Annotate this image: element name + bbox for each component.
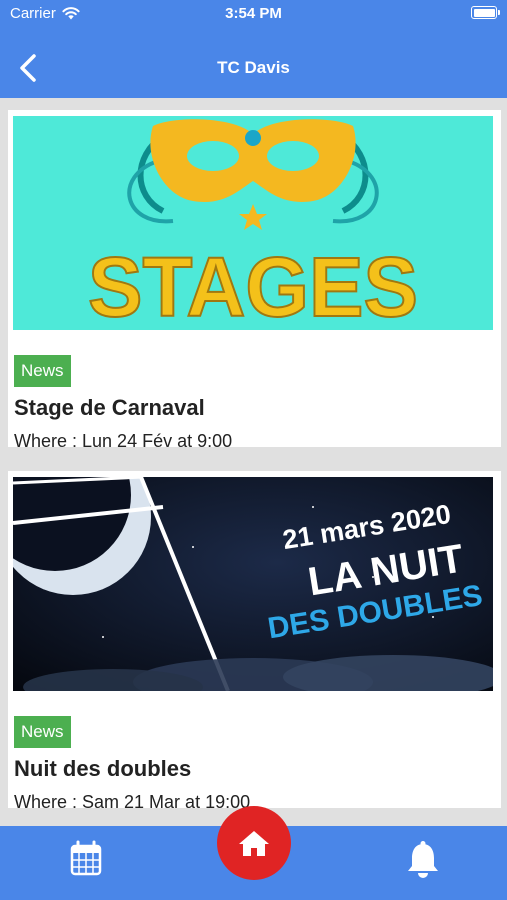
page-title: TC Davis bbox=[217, 58, 290, 77]
news-where: Where : Lun 24 Fév at 9:00 bbox=[14, 431, 233, 451]
tab-notifications[interactable] bbox=[401, 840, 445, 880]
news-card-nuit-des-doubles[interactable]: 21 mars 2020 LA NUIT DES DOUBLES News Nu… bbox=[8, 471, 501, 812]
status-bar: Carrier 3:54 PM bbox=[0, 0, 507, 28]
news-where: Where : Sam 21 Mar at 19:00 bbox=[14, 792, 251, 812]
news-title: Nuit des doubles bbox=[14, 756, 192, 781]
news-card-stage-carnaval[interactable]: STAGES News Stage de Carnaval Where : Lu… bbox=[8, 110, 501, 451]
bell-icon bbox=[408, 841, 438, 878]
news-badge: News bbox=[14, 355, 71, 387]
battery-icon bbox=[471, 6, 500, 19]
news-badge: News bbox=[14, 716, 71, 748]
news-image-nuit-des-doubles: 21 mars 2020 LA NUIT DES DOUBLES bbox=[13, 477, 493, 691]
navigation-bar: TC Davis bbox=[0, 44, 507, 94]
news-title: Stage de Carnaval bbox=[14, 395, 205, 420]
home-icon bbox=[239, 831, 269, 856]
news-feed[interactable]: STAGES News Stage de Carnaval Where : Lu… bbox=[0, 98, 507, 826]
home-button[interactable] bbox=[217, 806, 291, 880]
top-bar: Carrier 3:54 PM TC Davis bbox=[0, 0, 507, 98]
tab-calendar[interactable] bbox=[64, 840, 108, 880]
calendar-icon bbox=[70, 840, 102, 876]
news-image-stages: STAGES bbox=[13, 116, 493, 330]
stages-image-text: STAGES bbox=[88, 240, 418, 330]
status-time: 3:54 PM bbox=[225, 5, 282, 22]
